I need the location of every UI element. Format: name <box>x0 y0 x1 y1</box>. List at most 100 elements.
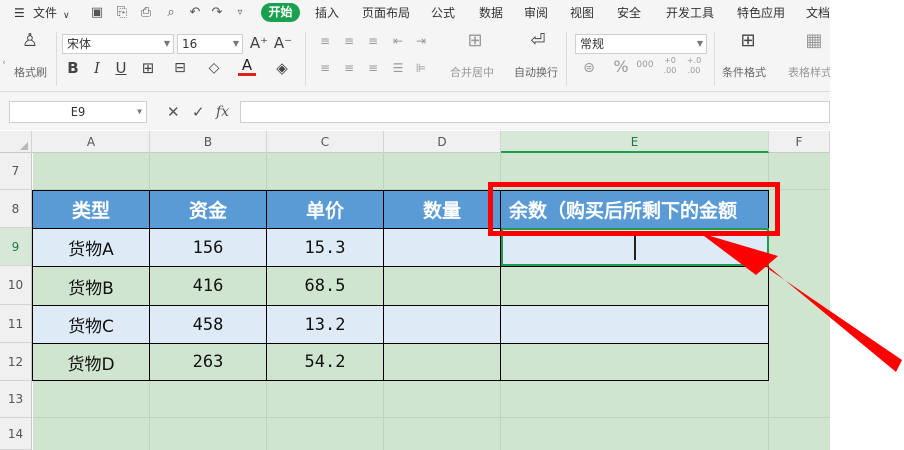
wrap-text-label[interactable]: 自动换行 <box>514 64 558 80</box>
align-right-icon[interactable]: ≡ <box>364 59 382 77</box>
table-cell-unit-price[interactable]: 54.2 <box>267 344 384 381</box>
italic-button[interactable]: I <box>88 59 106 77</box>
format-painter-label[interactable]: 格式刷 <box>14 64 47 80</box>
format-painter-icon[interactable]: ♙ <box>20 32 40 50</box>
wrap-text-icon[interactable]: ⏎ <box>527 32 549 50</box>
tab-insert[interactable]: 插入 <box>315 5 339 21</box>
tab-page-layout[interactable]: 页面布局 <box>362 5 410 21</box>
cancel-icon[interactable]: ✕ <box>167 103 180 121</box>
table-cell-funds[interactable]: 156 <box>150 229 267 267</box>
increase-decimal-button[interactable]: +0 .00 <box>660 56 680 76</box>
table-cell-quantity[interactable] <box>384 267 501 306</box>
tab-special[interactable]: 特色应用 <box>737 5 785 21</box>
table-cell-quantity[interactable] <box>384 229 501 267</box>
tab-review[interactable]: 审阅 <box>524 5 548 21</box>
align-top-icon[interactable]: ≡ <box>316 32 334 50</box>
table-header-cell[interactable]: 数量 <box>384 191 501 229</box>
table-cell-unit-price[interactable]: 15.3 <box>267 229 384 267</box>
cell-style-icon[interactable]: ⊟ <box>170 59 190 77</box>
align-bottom-icon[interactable]: ≡ <box>364 32 382 50</box>
table-header-cell[interactable]: 单价 <box>267 191 384 229</box>
print-icon[interactable]: ⎙ <box>137 4 155 22</box>
table-cell-unit-price[interactable]: 68.5 <box>267 267 384 306</box>
export-icon[interactable]: ⎘ <box>113 4 131 22</box>
grow-font-button[interactable]: A⁺ <box>249 34 269 52</box>
font-size-select[interactable]: 16 ▼ <box>177 34 243 54</box>
column-header-f[interactable]: F <box>769 131 830 153</box>
table-cell-unit-price[interactable]: 13.2 <box>267 306 384 344</box>
conditional-format-icon[interactable]: ⊞ <box>737 32 759 50</box>
table-cell-type[interactable]: 货物B <box>33 267 150 306</box>
tab-security[interactable]: 安全 <box>617 5 641 21</box>
borders-icon[interactable]: ⊞ <box>138 59 158 77</box>
decrease-decimal-button[interactable]: +.0 .00 <box>684 56 704 76</box>
hamburger-icon[interactable]: ☰ <box>14 5 25 21</box>
number-format-select[interactable]: 常规 ▼ <box>575 34 707 54</box>
row-header-12[interactable]: 12 <box>0 343 31 381</box>
table-style-icon[interactable]: ▦ <box>803 32 825 50</box>
font-color-button[interactable]: A <box>238 58 256 76</box>
font-name-select[interactable]: 宋体 ▼ <box>62 34 174 54</box>
redo-icon[interactable]: ↷ <box>208 4 226 22</box>
table-cell-funds[interactable]: 416 <box>150 267 267 306</box>
percent-button[interactable]: % <box>612 58 630 76</box>
thousands-button[interactable]: 000 <box>634 56 656 74</box>
row-header-9[interactable]: 9 <box>0 228 31 266</box>
customize-icon[interactable]: ▿ <box>231 4 249 22</box>
select-all-corner[interactable] <box>0 131 32 153</box>
print-preview-icon[interactable]: ⌕ <box>162 4 180 22</box>
table-cell-remainder[interactable] <box>501 267 769 306</box>
bold-button[interactable]: B <box>64 59 82 77</box>
align-middle-icon[interactable]: ≡ <box>340 32 358 50</box>
confirm-icon[interactable]: ✓ <box>192 103 205 121</box>
table-header-cell[interactable]: 类型 <box>33 191 150 229</box>
scroll-left-icon[interactable]: ‹ <box>0 54 8 72</box>
table-header-cell[interactable]: 资金 <box>150 191 267 229</box>
merge-center-label[interactable]: 合并居中 <box>450 64 494 80</box>
table-cell-type[interactable]: 货物D <box>33 344 150 381</box>
tab-data[interactable]: 数据 <box>479 5 503 21</box>
chevron-down-icon[interactable]: ∨ <box>63 8 70 24</box>
currency-icon[interactable]: ⊜ <box>580 59 598 77</box>
table-cell-funds[interactable]: 263 <box>150 344 267 381</box>
merge-center-icon[interactable]: ⊞ <box>464 32 486 50</box>
row-header-13[interactable]: 13 <box>0 381 31 418</box>
table-cell-remainder[interactable] <box>501 306 769 344</box>
table-cell-quantity[interactable] <box>384 306 501 344</box>
table-cell-type[interactable]: 货物C <box>33 306 150 344</box>
row-header-8[interactable]: 8 <box>0 190 31 228</box>
fx-icon[interactable]: fx <box>216 103 229 121</box>
tab-start[interactable]: 开始 <box>261 3 300 22</box>
column-header-a[interactable]: A <box>33 131 150 153</box>
fill-color-icon[interactable]: ◇ <box>204 59 224 77</box>
justify-icon[interactable]: ☰ <box>389 59 407 77</box>
table-cell-quantity[interactable] <box>384 344 501 381</box>
clear-format-icon[interactable]: ◈ <box>272 59 292 77</box>
row-header-7[interactable]: 7 <box>0 153 31 190</box>
undo-icon[interactable]: ↶ <box>186 4 204 22</box>
conditional-format-label[interactable]: 条件格式 <box>722 64 766 80</box>
column-header-e[interactable]: E <box>501 131 769 153</box>
table-cell-funds[interactable]: 458 <box>150 306 267 344</box>
indent-right-icon[interactable]: ⇥ <box>412 32 430 50</box>
table-cell-remainder[interactable] <box>501 344 769 381</box>
column-header-d[interactable]: D <box>384 131 501 153</box>
table-style-label[interactable]: 表格样式 <box>788 64 830 80</box>
row-header-10[interactable]: 10 <box>0 266 31 305</box>
save-icon[interactable]: ▣ <box>88 4 106 22</box>
distribute-icon[interactable]: ⊫ <box>412 59 430 77</box>
tab-formulas[interactable]: 公式 <box>431 5 455 21</box>
row-header-11[interactable]: 11 <box>0 305 31 343</box>
tab-view[interactable]: 视图 <box>570 5 594 21</box>
shrink-font-button[interactable]: A⁻ <box>273 34 293 52</box>
tab-docs[interactable]: 文档 <box>806 5 830 21</box>
menu-file[interactable]: 文件 <box>33 5 57 21</box>
align-center-icon[interactable]: ≡ <box>340 59 358 77</box>
align-left-icon[interactable]: ≡ <box>316 59 334 77</box>
formula-input[interactable] <box>240 101 830 123</box>
row-header-14[interactable]: 14 <box>0 418 31 450</box>
table-cell-type[interactable]: 货物A <box>33 229 150 267</box>
column-header-c[interactable]: C <box>267 131 384 153</box>
underline-button[interactable]: U <box>112 59 130 77</box>
name-box[interactable]: E9 ▼ <box>9 101 147 123</box>
